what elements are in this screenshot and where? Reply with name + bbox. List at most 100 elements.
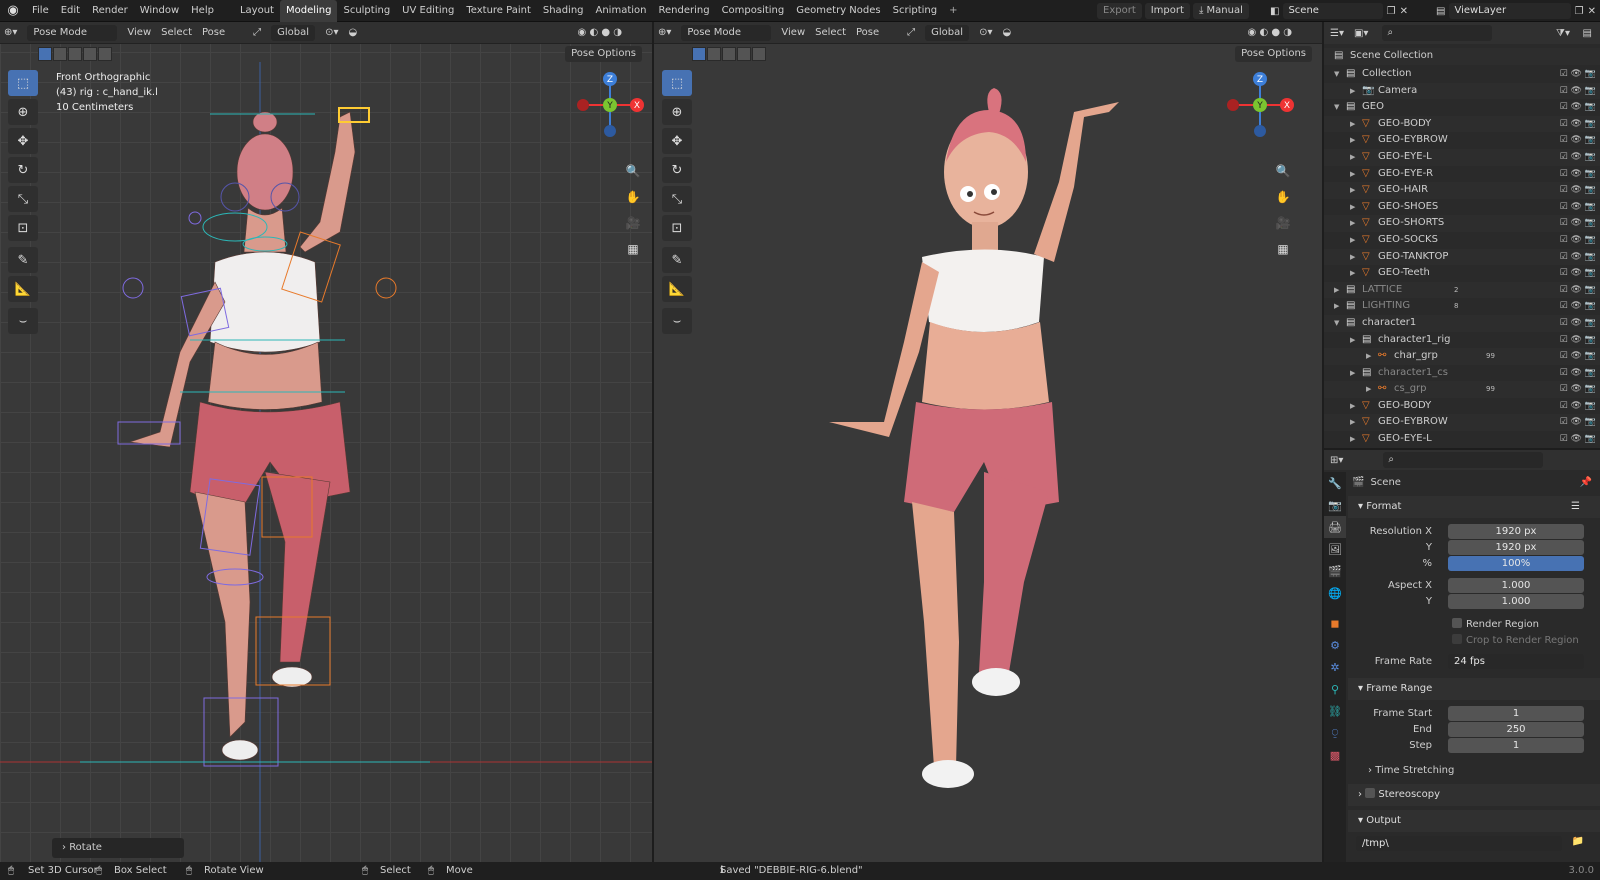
view-layer-new-icon[interactable]: ❐ xyxy=(1575,6,1584,17)
outliner-row[interactable]: ▶ ⚯ char_grp 99 ☑ 👁 📷 xyxy=(1324,348,1600,365)
add-workspace-button[interactable]: + xyxy=(943,5,963,16)
tab-sculpting[interactable]: Sculpting xyxy=(337,0,396,22)
expand-closed-icon[interactable]: ▶ xyxy=(1350,83,1355,100)
stereoscopy-panel-header[interactable]: › Stereoscopy xyxy=(1348,784,1600,806)
expand-closed-icon[interactable]: ▶ xyxy=(1366,381,1371,398)
expand-closed-icon[interactable]: ▶ xyxy=(1350,414,1355,431)
rigged-character-wireframe[interactable] xyxy=(0,22,652,862)
visibility-toggle-icons[interactable]: ☑ 👁 📷 xyxy=(1560,398,1596,415)
last-operator-panel[interactable]: › Rotate xyxy=(52,838,184,858)
visibility-toggle-icons[interactable]: ☑ 👁 📷 xyxy=(1560,66,1596,83)
visibility-toggle-icons[interactable]: ☑ 👁 📷 xyxy=(1560,215,1596,232)
resolution-y-field[interactable]: 1920 px xyxy=(1448,540,1584,555)
expand-closed-icon[interactable]: ▶ xyxy=(1334,282,1339,299)
presets-icon[interactable]: ☰ xyxy=(1571,496,1580,518)
output-path-field[interactable]: /tmp\ xyxy=(1356,836,1562,851)
scene-collection-row[interactable]: ▤ Scene Collection xyxy=(1324,48,1600,65)
outliner-row[interactable]: ▶ 📷 Camera ☑ 👁 📷 xyxy=(1324,82,1600,100)
frame-rate-dropdown[interactable]: 24 fps xyxy=(1448,654,1584,669)
tab-uv-editing[interactable]: UV Editing xyxy=(396,0,460,22)
expand-open-icon[interactable]: ▼ xyxy=(1334,66,1339,83)
scene-new-icon[interactable]: ❐ xyxy=(1387,6,1396,17)
crop-region-checkbox[interactable]: Crop to Render Region xyxy=(1452,634,1579,646)
visibility-toggle-icons[interactable]: ☑ 👁 📷 xyxy=(1560,182,1596,199)
visibility-toggle-icons[interactable]: ☑ 👁 📷 xyxy=(1560,132,1596,149)
particles-tab-icon[interactable]: ✲ xyxy=(1324,656,1346,678)
tab-compositing[interactable]: Compositing xyxy=(716,0,791,22)
visibility-toggle-icons[interactable]: ☑ 👁 📷 xyxy=(1560,332,1596,349)
outliner-row[interactable]: ▶ ▽ GEO-EYBROW ☑ 👁 📷 xyxy=(1324,132,1600,149)
visibility-toggle-icons[interactable]: ☑ 👁 📷 xyxy=(1560,315,1596,332)
format-panel-header[interactable]: ▾ Format ☰ xyxy=(1348,496,1600,518)
folder-icon[interactable]: 📁 xyxy=(1572,836,1584,847)
outliner-row[interactable]: ▶ ▽ GEO-SHORTS ☑ 👁 📷 xyxy=(1324,215,1600,232)
time-stretching-subpanel[interactable]: › Time Stretching xyxy=(1348,760,1600,780)
visibility-toggle-icons[interactable]: ☑ 👁 📷 xyxy=(1560,99,1596,116)
expand-closed-icon[interactable]: ▶ xyxy=(1350,166,1355,183)
left-3d-viewport[interactable]: ⊕▾ Pose Mode View Select Pose ⤢ Global ⊙… xyxy=(0,22,652,862)
resolution-x-field[interactable]: 1920 px xyxy=(1448,524,1584,539)
constraints-tab-icon[interactable]: ⛓ xyxy=(1324,700,1346,722)
menu-file[interactable]: File xyxy=(26,0,55,22)
resolution-percent-slider[interactable]: 100% xyxy=(1448,556,1584,571)
modifier-tab-icon[interactable]: ⚙ xyxy=(1324,634,1346,656)
object-tab-icon[interactable]: ◼ xyxy=(1324,612,1346,634)
scene-tab-icon[interactable]: 🎬 xyxy=(1324,560,1346,582)
properties-editor-icon[interactable]: ⊞▾ xyxy=(1330,455,1343,466)
view-layer-selector[interactable]: ViewLayer xyxy=(1449,3,1571,19)
physics-tab-icon[interactable]: ⚲ xyxy=(1324,678,1346,700)
visibility-toggle-icons[interactable]: ☑ 👁 📷 xyxy=(1560,199,1596,216)
scene-close-icon[interactable]: ✕ xyxy=(1400,6,1408,17)
expand-closed-icon[interactable]: ▶ xyxy=(1350,249,1355,266)
menu-edit[interactable]: Edit xyxy=(55,0,86,22)
visibility-toggle-icons[interactable]: ☑ 👁 📷 xyxy=(1560,166,1596,183)
manual-button[interactable]: ⤓ Manual xyxy=(1192,3,1249,19)
tab-animation[interactable]: Animation xyxy=(590,0,653,22)
tab-modeling[interactable]: Modeling xyxy=(279,0,338,22)
output-panel-header[interactable]: ▾ Output xyxy=(1348,810,1600,832)
tab-scripting[interactable]: Scripting xyxy=(887,0,943,22)
menu-render[interactable]: Render xyxy=(86,0,134,22)
outliner-row[interactable]: ▶ ▽ GEO-TANKTOP ☑ 👁 📷 xyxy=(1324,248,1600,266)
menu-help[interactable]: Help xyxy=(185,0,220,22)
frame-start-field[interactable]: 1 xyxy=(1448,706,1584,721)
visibility-toggle-icons[interactable]: ☑ 👁 📷 xyxy=(1560,232,1596,249)
stereoscopy-checkbox[interactable] xyxy=(1365,788,1376,798)
expand-closed-icon[interactable]: ▶ xyxy=(1350,116,1355,133)
export-button[interactable]: Export xyxy=(1097,3,1142,19)
outliner-row[interactable]: ▶ ▽ GEO-EYE-R ☑ 👁 📷 xyxy=(1324,166,1600,183)
tab-shading[interactable]: Shading xyxy=(537,0,590,22)
outliner-row[interactable]: ▶ ▽ GEO-SOCKS ☑ 👁 📷 xyxy=(1324,232,1600,249)
view-layer-close-icon[interactable]: ✕ xyxy=(1588,6,1596,17)
render-tab-icon[interactable]: 📷 xyxy=(1324,494,1346,516)
visibility-toggle-icons[interactable]: ☑ 👁 📷 xyxy=(1560,431,1596,448)
blender-logo-icon[interactable]: ◉ xyxy=(0,3,26,18)
view-layer-tab-icon[interactable]: 🖼 xyxy=(1324,538,1346,560)
outliner-editor-icon[interactable]: ☰▾ xyxy=(1330,28,1344,39)
visibility-toggle-icons[interactable]: ☑ 👁 📷 xyxy=(1560,298,1596,315)
expand-closed-icon[interactable]: ▶ xyxy=(1350,232,1355,249)
import-button[interactable]: Import xyxy=(1144,3,1190,19)
expand-closed-icon[interactable]: ▶ xyxy=(1350,332,1355,349)
aspect-x-field[interactable]: 1.000 xyxy=(1448,578,1584,593)
visibility-toggle-icons[interactable]: ☑ 👁 📷 xyxy=(1560,414,1596,431)
new-collection-icon[interactable]: ▤ xyxy=(1583,28,1592,39)
expand-closed-icon[interactable]: ▶ xyxy=(1350,265,1355,282)
expand-closed-icon[interactable]: ▶ xyxy=(1350,398,1355,415)
render-region-checkbox[interactable]: Render Region xyxy=(1452,618,1539,630)
tool-tab-icon[interactable]: 🔧 xyxy=(1324,472,1346,494)
visibility-toggle-icons[interactable]: ☑ 👁 📷 xyxy=(1560,149,1596,166)
menu-window[interactable]: Window xyxy=(134,0,185,22)
outliner-row[interactable]: ▶ ▤ LIGHTING 8 ☑ 👁 📷 xyxy=(1324,298,1600,315)
tab-layout[interactable]: Layout xyxy=(234,0,280,22)
data-tab-icon[interactable]: ⍜ xyxy=(1324,722,1346,744)
tab-texture-paint[interactable]: Texture Paint xyxy=(460,0,537,22)
pin-icon[interactable]: 📌 xyxy=(1580,477,1592,488)
expand-open-icon[interactable]: ▼ xyxy=(1334,315,1339,332)
visibility-toggle-icons[interactable]: ☑ 👁 📷 xyxy=(1560,83,1596,100)
visibility-toggle-icons[interactable]: ☑ 👁 📷 xyxy=(1560,348,1596,365)
outliner-row[interactable]: ▶ ⚯ cs_grp 99 ☑ 👁 📷 xyxy=(1324,381,1600,398)
aspect-y-field[interactable]: 1.000 xyxy=(1448,594,1584,609)
frame-range-panel-header[interactable]: ▾ Frame Range xyxy=(1348,678,1600,700)
outliner-row[interactable]: ▼ ▤ Collection ☑ 👁 📷 xyxy=(1324,66,1600,83)
